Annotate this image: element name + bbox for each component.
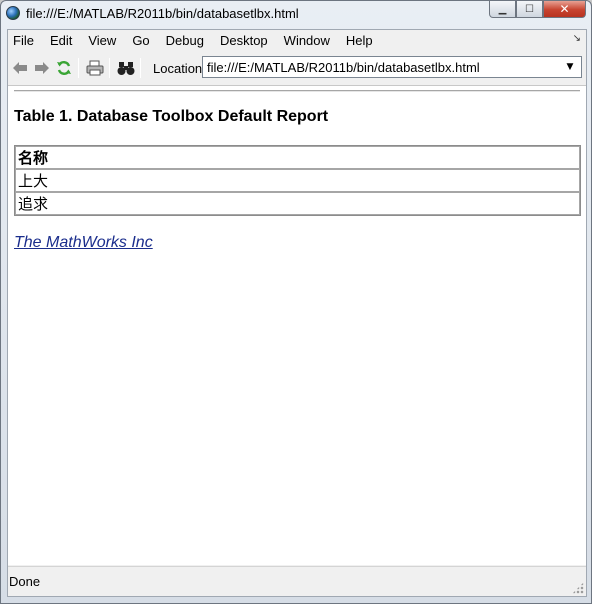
- status-text: Done: [9, 574, 41, 589]
- toolbar-separator: [109, 58, 110, 78]
- table-row: 追求: [15, 192, 580, 215]
- toolbar: Location: ▼: [8, 54, 586, 82]
- print-icon[interactable]: [85, 58, 105, 78]
- menu-edit[interactable]: Edit: [42, 33, 80, 48]
- table-header-row: 名称: [15, 146, 580, 169]
- refresh-icon[interactable]: [54, 58, 74, 78]
- toolbar-separator: [140, 58, 141, 78]
- location-label: Location:: [153, 60, 206, 76]
- report-title: Table 1. Database Toolbox Default Report: [14, 108, 329, 125]
- toolbar-separator: [78, 58, 79, 78]
- table-cell: 上大: [15, 169, 580, 192]
- window-controls: ▁ ☐ ✕: [489, 1, 586, 18]
- menu-desktop[interactable]: Desktop: [212, 33, 276, 48]
- close-button[interactable]: ✕: [543, 1, 586, 18]
- menu-go[interactable]: Go: [124, 33, 157, 48]
- menu-window[interactable]: Window: [276, 33, 338, 48]
- status-bar: Done: [8, 566, 586, 596]
- horizontal-rule: [14, 90, 580, 92]
- forward-arrow-icon[interactable]: [32, 58, 52, 78]
- report-table: 名称 上大 追求: [14, 145, 581, 216]
- table-row: 上大: [15, 169, 580, 192]
- maximize-button[interactable]: ☐: [516, 1, 543, 18]
- matlab-globe-icon: [6, 6, 20, 20]
- menu-bar: File Edit View Go Debug Desktop Window H…: [8, 30, 586, 51]
- window-title: file:///E:/MATLAB/R2011b/bin/databasetlb…: [26, 5, 299, 21]
- location-input[interactable]: [203, 59, 557, 75]
- table-header-cell: 名称: [15, 146, 580, 169]
- menu-debug[interactable]: Debug: [158, 33, 212, 48]
- table-cell: 追求: [15, 192, 580, 215]
- menu-help[interactable]: Help: [338, 33, 381, 48]
- browser-window: file:///E:/MATLAB/R2011b/bin/databasetlb…: [0, 0, 592, 604]
- back-arrow-icon[interactable]: [10, 58, 30, 78]
- minimize-button[interactable]: ▁: [489, 1, 516, 18]
- menu-file[interactable]: File: [8, 33, 42, 48]
- menu-view[interactable]: View: [80, 33, 124, 48]
- undock-arrow-icon[interactable]: ↘: [573, 33, 581, 44]
- title-bar[interactable]: file:///E:/MATLAB/R2011b/bin/databasetlb…: [1, 1, 591, 25]
- mathworks-link[interactable]: The MathWorks Inc: [14, 234, 153, 252]
- client-area: File Edit View Go Debug Desktop Window H…: [7, 29, 587, 597]
- binoculars-find-icon[interactable]: [116, 58, 136, 78]
- location-combobox[interactable]: ▼: [202, 56, 582, 78]
- resize-grip-icon[interactable]: [572, 582, 584, 594]
- html-content-area: Table 1. Database Toolbox Default Report…: [8, 85, 586, 565]
- chevron-down-icon[interactable]: ▼: [562, 57, 578, 77]
